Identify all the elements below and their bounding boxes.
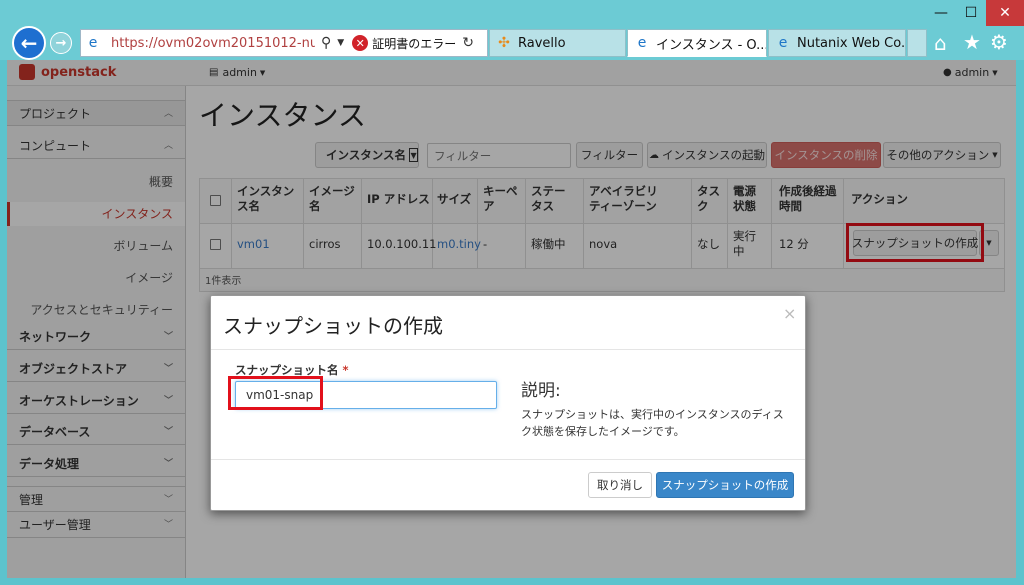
- modal-header-divider: [211, 349, 805, 350]
- page-viewport: openstack ▤ admin ▼ ● admin ▼ プロジェクト ︿ コン…: [7, 60, 1016, 578]
- ie-page-icon: e: [778, 35, 788, 51]
- tab-label: インスタンス - O...: [656, 37, 767, 53]
- required-marker: *: [342, 363, 349, 377]
- close-window-button[interactable]: ✕: [986, 0, 1024, 26]
- tab-label: Nutanix Web Co...: [797, 35, 906, 51]
- favorites-star-icon[interactable]: ★: [963, 30, 981, 54]
- modal-title: スナップショットの作成: [223, 314, 443, 338]
- ravello-icon: ✣: [498, 35, 510, 51]
- search-icon[interactable]: ⚲: [321, 35, 331, 51]
- refresh-icon[interactable]: ↻: [462, 35, 474, 51]
- modal-footer-divider: [211, 459, 805, 460]
- modal-close-icon[interactable]: ×: [783, 304, 796, 323]
- forward-arrow-icon[interactable]: →: [50, 32, 72, 54]
- maximize-button[interactable]: ☐: [956, 0, 986, 26]
- cancel-button[interactable]: 取り消し: [588, 472, 652, 498]
- field-label-text: スナップショット名: [235, 363, 339, 377]
- new-tab-button[interactable]: [907, 29, 927, 57]
- home-icon[interactable]: ⌂: [934, 31, 947, 55]
- minimize-button[interactable]: —: [926, 0, 956, 26]
- ie-page-icon: e: [88, 35, 98, 51]
- description-text: スナップショットは、実行中のインスタンスのディスク状態を保存したイメージです。: [521, 408, 784, 438]
- url-text: https://ovm02ovm20151012-nut...: [111, 35, 315, 51]
- cert-error-text[interactable]: 証明書のエラー: [372, 35, 456, 52]
- create-snapshot-submit-button[interactable]: スナップショットの作成: [656, 472, 794, 498]
- dropdown-icon[interactable]: ▼: [337, 38, 344, 48]
- address-bar[interactable]: e https://ovm02ovm20151012-nut... ⚲ ▼ ✕ …: [80, 29, 488, 57]
- create-snapshot-modal: スナップショットの作成 × スナップショット名 * vm01-snap 説明: …: [210, 295, 806, 511]
- highlight-annotation: [228, 376, 323, 410]
- settings-gear-icon[interactable]: ⚙: [990, 30, 1008, 54]
- description-title: 説明:: [521, 381, 561, 401]
- cert-error-icon: ✕: [352, 35, 369, 51]
- tab-label: Ravello: [518, 35, 566, 51]
- tab-instances[interactable]: e インスタンス - O... ✕: [627, 29, 767, 57]
- back-arrow-icon[interactable]: ←: [12, 26, 46, 60]
- tab-ravello[interactable]: ✣ Ravello: [489, 29, 626, 57]
- ie-page-icon: e: [637, 35, 647, 51]
- tab-nutanix[interactable]: e Nutanix Web Co...: [768, 29, 906, 57]
